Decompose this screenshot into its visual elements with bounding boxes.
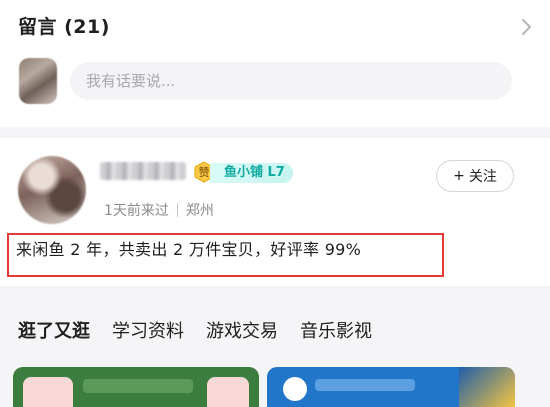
- category-tabs: 逛了又逛 学习资料 游戏交易 音乐影视: [17, 317, 372, 343]
- seller-card: 赞 鱼小铺 L7 + 关注 1天前来过 郑州 来闲鱼 2 年，共卖出 2 万件宝…: [0, 138, 550, 286]
- follow-button[interactable]: + 关注: [436, 160, 514, 192]
- product-card[interactable]: [267, 367, 515, 407]
- plus-icon: +: [453, 168, 465, 184]
- tab-study[interactable]: 学习资料: [112, 317, 184, 343]
- comments-section: 留言 (21): [0, 0, 550, 127]
- tab-label: 学习资料: [112, 321, 184, 342]
- comments-title: 留言 (21): [18, 16, 110, 38]
- location-text: 郑州: [185, 203, 214, 219]
- tab-label: 逛了又逛: [18, 321, 90, 342]
- seller-level-badge: 鱼小铺 L7: [210, 163, 293, 183]
- tab-label: 游戏交易: [206, 321, 278, 342]
- product-thumbnail: [207, 377, 249, 407]
- browse-section: 逛了又逛 学习资料 游戏交易 音乐影视: [0, 297, 550, 407]
- seller-name-blurred[interactable]: [100, 162, 186, 180]
- tab-label: 音乐影视: [300, 321, 372, 342]
- product-corner-badge: [459, 367, 515, 407]
- product-thumbnail: [23, 377, 73, 407]
- tab-media[interactable]: 音乐影视: [300, 317, 372, 343]
- product-banner: [83, 379, 193, 393]
- tab-browse[interactable]: 逛了又逛: [17, 317, 91, 343]
- meta-divider: [176, 203, 178, 217]
- product-card[interactable]: [13, 367, 259, 407]
- praise-badge-text: 赞: [199, 166, 210, 179]
- user-avatar: [19, 58, 57, 104]
- seller-meta: 1天前来过 郑州: [104, 200, 214, 220]
- comment-input-box[interactable]: [70, 62, 512, 100]
- seller-avatar[interactable]: [18, 156, 86, 224]
- product-banner: [315, 379, 415, 391]
- last-seen-text: 1天前来过: [104, 203, 169, 219]
- tab-games[interactable]: 游戏交易: [206, 317, 278, 343]
- comment-input[interactable]: [70, 62, 512, 100]
- highlight-box: [7, 233, 444, 277]
- follow-label: 关注: [468, 169, 497, 185]
- chevron-right-icon[interactable]: [514, 15, 538, 39]
- product-logo: [283, 377, 307, 401]
